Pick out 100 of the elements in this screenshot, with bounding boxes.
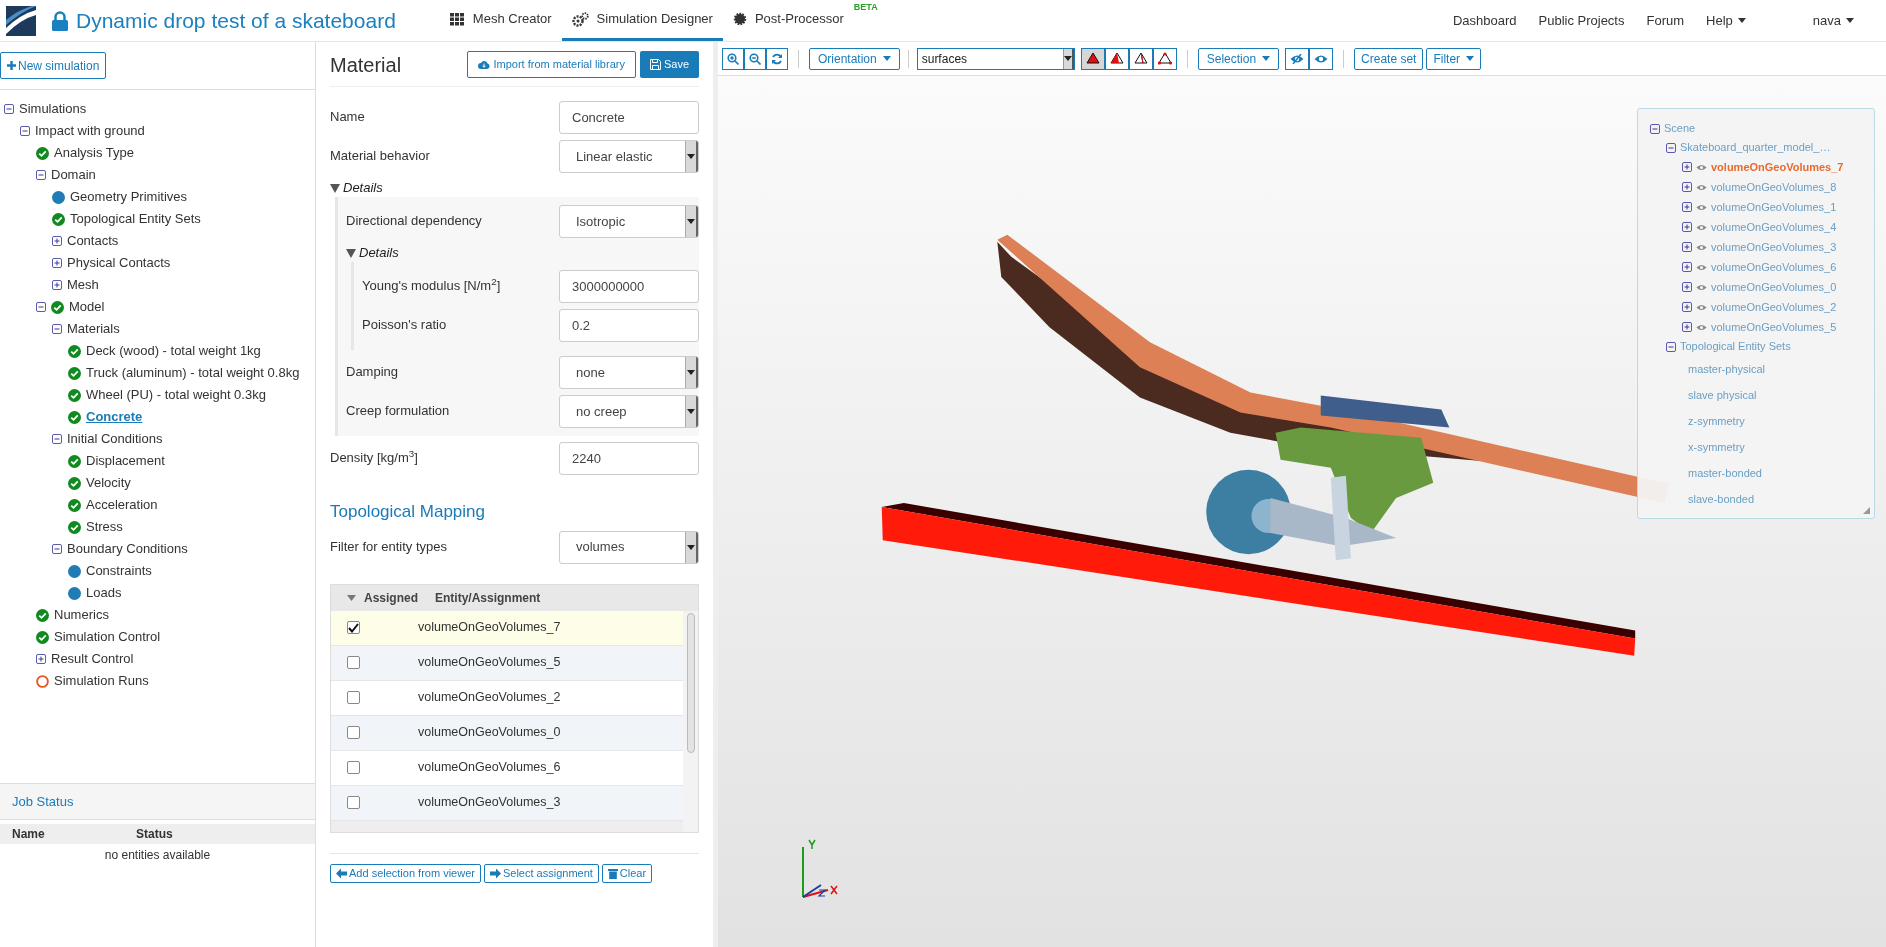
tree-item[interactable]: Physical Contacts bbox=[67, 253, 171, 273]
eye-icon[interactable] bbox=[1696, 163, 1707, 171]
expand-icon[interactable] bbox=[1682, 182, 1692, 192]
eye-icon[interactable] bbox=[1696, 183, 1707, 191]
zoom-in-button[interactable] bbox=[722, 47, 744, 70]
text-field[interactable]: 2240 bbox=[559, 442, 699, 475]
action-button[interactable]: Clear bbox=[601, 863, 653, 883]
resize-grip-icon[interactable] bbox=[1863, 507, 1870, 514]
collapse-icon[interactable] bbox=[4, 104, 14, 114]
tree-item[interactable]: Model bbox=[69, 297, 105, 317]
nav-tab[interactable]: Simulation Designer bbox=[561, 0, 723, 41]
eye-icon[interactable] bbox=[1696, 263, 1707, 271]
tree-item[interactable]: Mesh bbox=[67, 275, 99, 295]
tree-item[interactable]: Contacts bbox=[67, 231, 119, 251]
tree-item[interactable]: Simulation Runs bbox=[54, 671, 149, 691]
eye-icon[interactable] bbox=[1696, 323, 1707, 331]
render-mode-button[interactable] bbox=[1104, 47, 1129, 70]
collapse-icon[interactable] bbox=[52, 324, 62, 334]
tree-item[interactable]: Analysis Type bbox=[54, 143, 134, 163]
expand-icon[interactable] bbox=[52, 236, 62, 246]
text-field[interactable]: 3000000000 bbox=[559, 270, 699, 303]
eye-icon[interactable] bbox=[1696, 283, 1707, 291]
select-field[interactable]: volumes bbox=[559, 530, 699, 564]
tree-item[interactable]: Boundary Conditions bbox=[67, 539, 188, 559]
expand-icon[interactable] bbox=[52, 258, 62, 268]
triangle-down-icon[interactable] bbox=[330, 183, 340, 193]
nav-tab[interactable]: Mesh Creator bbox=[439, 0, 562, 41]
tree-item[interactable]: Constraints bbox=[86, 561, 152, 581]
nav-link[interactable]: Forum bbox=[1646, 10, 1685, 31]
nav-link[interactable]: Dashboard bbox=[1452, 10, 1517, 31]
tree-item[interactable]: Initial Conditions bbox=[67, 429, 163, 449]
tree-item[interactable]: Wheel (PU) - total weight 0.3kg bbox=[86, 385, 266, 405]
eye-icon[interactable] bbox=[1696, 223, 1707, 231]
selection-dropdown[interactable]: Selection bbox=[1197, 47, 1280, 70]
eye-icon[interactable] bbox=[1696, 303, 1707, 311]
collapse-icon[interactable] bbox=[1666, 341, 1676, 352]
select-field[interactable]: none bbox=[559, 356, 699, 389]
details-label[interactable]: Details bbox=[343, 178, 383, 198]
column-header[interactable]: Assigned bbox=[364, 588, 418, 607]
collapse-icon[interactable] bbox=[52, 544, 62, 554]
expand-icon[interactable] bbox=[1682, 202, 1692, 212]
tree-item[interactable]: Topological Entity Sets bbox=[70, 209, 201, 229]
details-label[interactable]: Details bbox=[359, 243, 399, 263]
collapse-icon[interactable] bbox=[20, 126, 30, 136]
create-set-button[interactable]: Create set bbox=[1354, 47, 1424, 70]
menu-dropdown[interactable]: Help bbox=[1706, 10, 1746, 31]
tree-item[interactable]: Loads bbox=[86, 583, 122, 603]
render-mode-button[interactable] bbox=[1080, 47, 1105, 70]
column-header[interactable]: Entity/Assignment bbox=[435, 588, 541, 607]
save-button[interactable]: Save bbox=[639, 51, 699, 78]
expand-icon[interactable] bbox=[1682, 302, 1692, 312]
expand-icon[interactable] bbox=[1682, 262, 1692, 272]
tree-item[interactable]: Displacement bbox=[86, 451, 165, 471]
text-field[interactable]: Concrete bbox=[559, 101, 699, 134]
sort-caret-icon[interactable] bbox=[347, 594, 356, 601]
action-button[interactable]: Select assignment bbox=[483, 863, 599, 883]
zoom-out-button[interactable] bbox=[744, 47, 766, 70]
select-field[interactable]: Linear elastic bbox=[559, 140, 699, 173]
checkbox[interactable] bbox=[347, 656, 360, 669]
expand-icon[interactable] bbox=[1682, 322, 1692, 332]
orientation-dropdown[interactable]: Orientation bbox=[809, 47, 900, 70]
scrollbar-thumb[interactable] bbox=[686, 612, 695, 753]
tree-item[interactable]: Simulations bbox=[19, 99, 87, 119]
filter-dropdown[interactable]: Filter bbox=[1426, 47, 1482, 70]
tree-item[interactable]: Deck (wood) - total weight 1kg bbox=[86, 341, 261, 361]
expand-icon[interactable] bbox=[1682, 242, 1692, 252]
tree-item[interactable]: Simulation Control bbox=[54, 627, 161, 647]
tree-item[interactable]: Domain bbox=[51, 165, 96, 185]
select-field[interactable]: no creep bbox=[559, 395, 699, 428]
checkbox[interactable] bbox=[347, 621, 360, 634]
tree-item[interactable]: Concrete bbox=[86, 407, 143, 427]
menu-dropdown[interactable]: nava bbox=[1812, 10, 1854, 31]
hide-button[interactable] bbox=[1285, 47, 1310, 70]
expand-icon[interactable] bbox=[1682, 162, 1692, 172]
expand-icon[interactable] bbox=[52, 280, 62, 290]
expand-icon[interactable] bbox=[36, 654, 46, 664]
render-mode-button[interactable] bbox=[1128, 47, 1153, 70]
tree-item[interactable]: Acceleration bbox=[86, 495, 158, 515]
eye-icon[interactable] bbox=[1696, 243, 1707, 251]
checkbox[interactable] bbox=[347, 726, 360, 739]
tree-item[interactable]: Velocity bbox=[86, 473, 131, 493]
collapse-icon[interactable] bbox=[36, 170, 46, 180]
display-mode-select[interactable]: surfaces bbox=[916, 47, 1075, 70]
eye-icon[interactable] bbox=[1696, 203, 1707, 211]
action-button[interactable]: Add selection from viewer bbox=[330, 863, 481, 883]
checkbox[interactable] bbox=[347, 796, 360, 809]
collapse-icon[interactable] bbox=[36, 302, 46, 312]
nav-tab[interactable]: Post-Processor bbox=[722, 0, 854, 41]
show-button[interactable] bbox=[1309, 47, 1334, 70]
text-field[interactable]: 0.2 bbox=[559, 309, 699, 342]
tree-item[interactable]: Numerics bbox=[54, 605, 109, 625]
expand-icon[interactable] bbox=[1682, 222, 1692, 232]
refresh-button[interactable] bbox=[766, 47, 788, 70]
collapse-icon[interactable] bbox=[52, 434, 62, 444]
tree-item[interactable]: Impact with ground bbox=[35, 121, 145, 141]
select-field[interactable]: Isotropic bbox=[559, 205, 699, 238]
checkbox[interactable] bbox=[347, 761, 360, 774]
tree-item[interactable]: Geometry Primitives bbox=[70, 187, 188, 207]
expand-icon[interactable] bbox=[1682, 282, 1692, 292]
new-simulation-button[interactable]: New simulation bbox=[0, 52, 107, 79]
